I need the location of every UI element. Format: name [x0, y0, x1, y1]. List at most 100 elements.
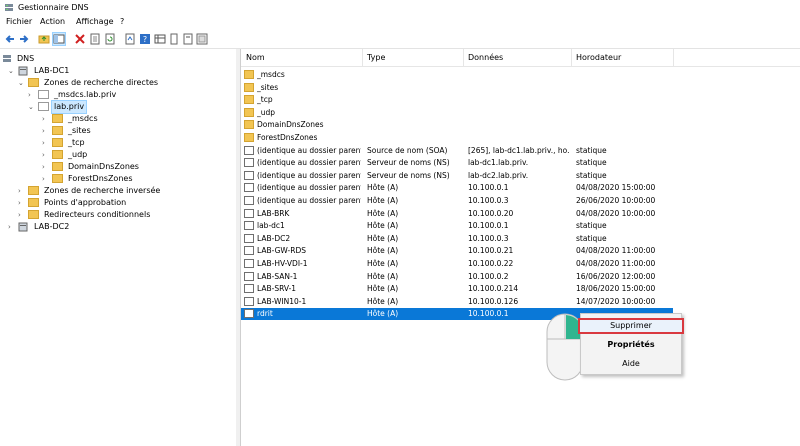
tree-node-domaindnszones[interactable]: › DomainDnsZones — [42, 161, 222, 173]
column-header-data[interactable]: Données — [468, 53, 503, 62]
table-row[interactable]: (identique au dossier parent) Hôte (A) 10.… — [241, 195, 671, 207]
table-row[interactable]: LAB-BRK Hôte (A) 10.100.0.20 04/08/2020 10:… — [241, 208, 671, 220]
delete-icon[interactable] — [74, 33, 86, 45]
folder-icon — [244, 82, 254, 92]
table-row[interactable]: (identique au dossier parent) Serveur de … — [241, 157, 671, 169]
menu-help[interactable]: ? — [120, 17, 124, 26]
table-row[interactable]: LAB-GW-RDS Hôte (A) 10.100.0.21 04/08/2020 … — [241, 245, 671, 257]
dns-server-icon — [2, 54, 13, 63]
column-divider[interactable] — [673, 49, 674, 66]
refresh-icon[interactable] — [104, 33, 116, 45]
help-icon[interactable]: ? — [139, 33, 151, 45]
menu-file[interactable]: Fichier — [6, 17, 32, 26]
menu-item-properties[interactable]: Propriétés — [581, 337, 681, 353]
tree-label: _sites — [68, 126, 91, 135]
tree-node-sites[interactable]: › _sites — [42, 125, 222, 137]
column-header-type[interactable]: Type — [367, 53, 385, 62]
expand-icon[interactable]: › — [8, 222, 16, 232]
record-type: Hôte (A) — [367, 296, 399, 306]
record-type: Serveur de noms (NS) — [367, 158, 450, 168]
collapse-icon[interactable]: ⌄ — [18, 78, 26, 88]
column-divider[interactable] — [362, 49, 363, 66]
tree-node-trust-points[interactable]: › Points d'approbation — [18, 197, 228, 209]
record-data: [265], lab-dc1.lab.priv., ho... — [468, 145, 570, 155]
list-item-folder[interactable]: ForestDnsZones — [241, 132, 671, 144]
list-item-folder[interactable]: _tcp — [241, 94, 671, 106]
dns-record-icon — [244, 221, 254, 231]
collapse-icon[interactable]: ⌄ — [28, 102, 36, 112]
record-data: 10.100.0.22 — [468, 259, 514, 268]
tree-node-msdcs[interactable]: › _msdcs — [42, 113, 222, 125]
expand-icon[interactable]: › — [42, 126, 50, 136]
expand-icon[interactable]: › — [42, 114, 50, 124]
tree-node-lab-dc1[interactable]: ⌄ LAB-DC1 — [8, 65, 208, 77]
menu-item-help[interactable]: Aide — [581, 356, 681, 372]
tree-node-udp[interactable]: › _udp — [42, 149, 222, 161]
record-icon[interactable] — [196, 33, 208, 45]
context-menu: Supprimer Propriétés Aide — [578, 313, 684, 375]
expand-icon[interactable]: › — [28, 90, 36, 100]
expand-icon[interactable]: › — [42, 138, 50, 148]
table-row[interactable]: LAB-HV-VDI-1 Hôte (A) 10.100.0.22 04/08/202… — [241, 258, 671, 270]
record-name: rdrit — [257, 309, 273, 319]
properties-icon[interactable] — [89, 33, 101, 45]
list-item-folder[interactable]: _sites — [241, 82, 671, 94]
tree-node-reverse-zones[interactable]: › Zones de recherche inversée — [18, 185, 228, 197]
collapse-icon[interactable]: ⌄ — [8, 66, 16, 76]
table-row[interactable]: LAB-DC2 Hôte (A) 10.100.0.3 statique — [241, 233, 671, 245]
tree-node-lab-priv[interactable]: ⌄ lab.priv — [28, 100, 228, 114]
record-type: Hôte (A) — [367, 259, 399, 268]
table-row[interactable]: (identique au dossier parent) Serveur de … — [241, 170, 671, 182]
expand-icon[interactable]: › — [42, 162, 50, 172]
column-header-name[interactable]: Nom — [246, 53, 265, 62]
expand-icon[interactable]: › — [18, 186, 26, 196]
tree-node-dns[interactable]: DNS — [2, 53, 202, 65]
column-divider[interactable] — [463, 49, 464, 66]
menu-action[interactable]: Action — [40, 17, 65, 26]
tree-label: ForestDnsZones — [68, 174, 133, 183]
dns-record-icon — [244, 170, 254, 180]
console-tree: DNS ⌄ LAB-DC1 ⌄ Zones de recherche direc… — [0, 49, 237, 446]
table-row[interactable]: (identique au dossier parent) Source de n… — [241, 145, 671, 157]
list-item-folder[interactable]: _msdcs — [241, 69, 671, 81]
console-tree-icon[interactable] — [52, 32, 66, 46]
forward-icon[interactable] — [18, 33, 30, 45]
back-icon[interactable] — [4, 33, 16, 45]
up-folder-icon[interactable] — [38, 33, 50, 45]
table-row[interactable]: LAB-SRV-1 Hôte (A) 10.100.0.214 18/06/2020 … — [241, 283, 671, 295]
dns-app-icon — [5, 4, 13, 11]
tree-node-msdcs-zone[interactable]: › _msdcs.lab.priv — [28, 89, 228, 101]
record-name: ForestDnsZones — [257, 133, 318, 142]
folder-icon — [52, 150, 63, 159]
expand-icon[interactable]: › — [18, 210, 26, 220]
record-icon[interactable] — [168, 33, 180, 45]
view-icon[interactable] — [154, 33, 166, 45]
expand-icon[interactable]: › — [42, 150, 50, 160]
column-divider[interactable] — [571, 49, 572, 66]
column-header-timestamp[interactable]: Horodateur — [576, 53, 621, 62]
table-row[interactable]: (identique au dossier parent) Hôte (A) 10.… — [241, 182, 671, 194]
tree-node-lab-dc2[interactable]: › LAB-DC2 — [8, 221, 208, 233]
list-item-folder[interactable]: _udp — [241, 107, 671, 119]
dns-record-icon — [244, 233, 254, 243]
menu-bar: Fichier Action Affichage ? — [0, 16, 800, 30]
table-row[interactable]: LAB-WIN10-1 Hôte (A) 10.100.0.126 14/07/202… — [241, 296, 671, 308]
tree-node-forward-zones[interactable]: ⌄ Zones de recherche directes — [18, 77, 228, 89]
table-row[interactable]: LAB-SAN-1 Hôte (A) 10.100.0.2 16/06/2020 12… — [241, 271, 671, 283]
export-icon[interactable] — [124, 33, 136, 45]
record-icon[interactable] — [182, 33, 194, 45]
tree-node-forestdnszones[interactable]: › ForestDnsZones — [42, 173, 222, 185]
table-row[interactable]: lab-dc1 Hôte (A) 10.100.0.1 statique — [241, 220, 671, 232]
folder-icon — [52, 126, 63, 135]
record-data: 10.100.0.3 — [468, 196, 509, 205]
tree-node-tcp[interactable]: › _tcp — [42, 137, 222, 149]
folder-icon — [28, 210, 39, 219]
menu-view[interactable]: Affichage — [76, 17, 114, 26]
expand-icon[interactable]: › — [18, 198, 26, 208]
record-name: _sites — [257, 82, 279, 92]
expand-icon[interactable]: › — [42, 174, 50, 184]
menu-item-delete[interactable]: Supprimer — [581, 318, 681, 334]
tree-node-conditional-forwarders[interactable]: › Redirecteurs conditionnels — [18, 209, 228, 221]
list-item-folder[interactable]: DomainDnsZones — [241, 119, 671, 131]
record-timestamp: 04/08/2020 11:00:00 — [576, 259, 656, 268]
